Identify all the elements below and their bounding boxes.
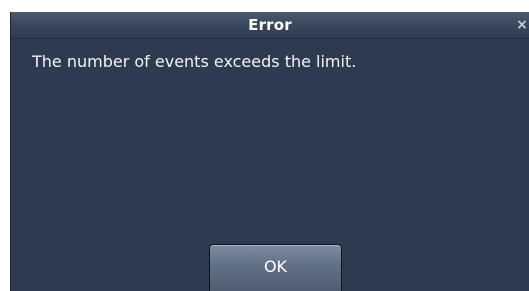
error-dialog: Error × The number of events exceeds the…	[10, 12, 529, 291]
dialog-titlebar: Error ×	[11, 12, 529, 39]
error-message: The number of events exceeds the limit.	[32, 52, 357, 71]
close-icon[interactable]: ×	[515, 13, 529, 37]
ok-button[interactable]: OK	[209, 244, 342, 291]
dialog-title: Error	[248, 16, 292, 34]
